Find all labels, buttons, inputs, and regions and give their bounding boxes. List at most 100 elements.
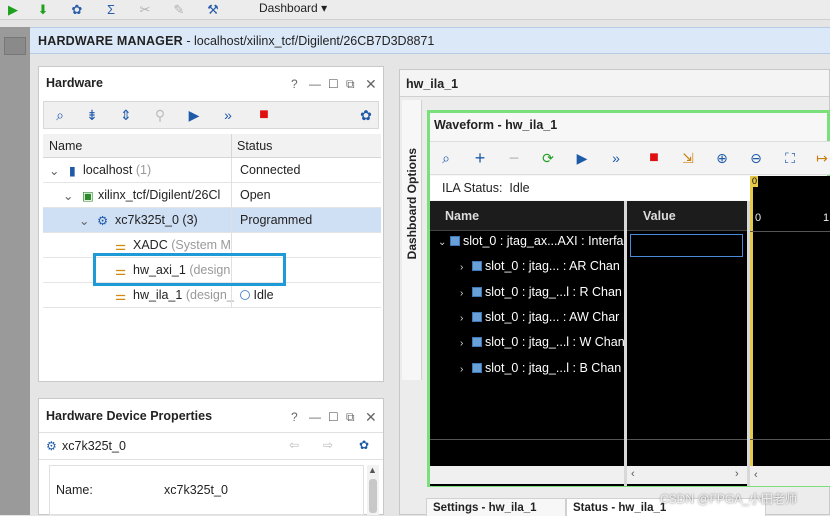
- debug-icon[interactable]: ⚒: [204, 1, 222, 18]
- signal-row[interactable]: ⌄ slot_0 : jtag_ax...AXI : Interfa: [438, 234, 624, 259]
- search-icon[interactable]: ⌕: [434, 142, 458, 174]
- run-trigger-icon[interactable]: ▶: [570, 142, 594, 174]
- interface-icon: [450, 236, 460, 246]
- watermark: CSDN @FPGA_小田老师: [660, 492, 797, 506]
- tree-label: xc7k325t_0: [115, 213, 179, 227]
- scroll-left-icon[interactable]: ‹: [631, 468, 635, 480]
- refresh-icon[interactable]: ⟳: [536, 142, 560, 174]
- run-trigger-icon[interactable]: ▶: [182, 102, 206, 128]
- chevron-right-icon[interactable]: ›: [460, 313, 472, 324]
- add-icon[interactable]: +: [468, 142, 492, 174]
- gear-icon[interactable]: ✿: [354, 102, 378, 128]
- zoom-fit-icon[interactable]: ⛶: [778, 142, 802, 174]
- scroll-up-icon[interactable]: ▲: [368, 465, 377, 475]
- export-icon[interactable]: ⇲: [676, 142, 700, 174]
- settings-icon[interactable]: ✿: [68, 1, 86, 18]
- run-trigger-immediate-icon[interactable]: »: [216, 102, 240, 128]
- dashboard-menu[interactable]: Dashboard ▾: [259, 1, 327, 15]
- name-column-header[interactable]: Name: [430, 201, 624, 231]
- scroll-right-icon[interactable]: ›: [735, 468, 739, 480]
- minimize-icon[interactable]: —: [309, 410, 321, 424]
- value-cell-selected[interactable]: [630, 234, 743, 257]
- tree-row-hw-ila[interactable]: ⚌ hw_ila_1 (design_ Idle: [43, 283, 381, 308]
- run-icon[interactable]: ▶: [4, 1, 22, 18]
- close-icon[interactable]: ✕: [365, 409, 377, 426]
- signal-row[interactable]: › slot_0 : jtag_...l : B Chan: [460, 361, 621, 386]
- signal-row[interactable]: › slot_0 : jtag_...l : W Chan: [460, 335, 625, 360]
- column-status[interactable]: Status: [237, 139, 272, 153]
- auto-connect-icon[interactable]: ⚲: [148, 102, 172, 128]
- chip-icon: ⚙: [97, 214, 109, 228]
- chevron-down-icon[interactable]: ⌄: [49, 163, 59, 178]
- restore-icon[interactable]: ☐: [328, 77, 339, 91]
- tree-row-device[interactable]: ⌄ ⚙ xc7k325t_0 (3) Programmed: [43, 208, 381, 233]
- stop-icon[interactable]: ■: [252, 102, 276, 128]
- waveform-window: Waveform - hw_ila_1 ⌕ + − ⟳ ▶ » ■ ⇲ ⊕ ⊖ …: [427, 110, 830, 487]
- stop-icon[interactable]: ■: [642, 142, 666, 174]
- search-icon[interactable]: ⌕: [48, 102, 72, 128]
- chevron-right-icon[interactable]: ›: [460, 288, 472, 299]
- float-icon[interactable]: ⧉: [346, 410, 355, 425]
- forward-arrow-icon[interactable]: ⇨: [323, 438, 333, 452]
- settings-tab[interactable]: Settings - hw_ila_1: [426, 498, 566, 516]
- float-icon[interactable]: ⧉: [346, 77, 355, 92]
- cut-icon[interactable]: ✂: [136, 1, 154, 18]
- value-hscrollbar[interactable]: ‹ ›: [627, 466, 747, 484]
- tree-row-localhost[interactable]: ⌄ ▮ localhost (1) Connected: [43, 158, 381, 183]
- signal-row[interactable]: › slot_0 : jtag... : AW Char: [460, 310, 619, 335]
- collapse-button[interactable]: [4, 37, 26, 55]
- remove-icon[interactable]: −: [502, 142, 526, 174]
- help-icon[interactable]: ?: [291, 410, 298, 424]
- column-name[interactable]: Name: [49, 139, 82, 153]
- expand-all-icon[interactable]: ⇕: [114, 102, 138, 128]
- signal-name-pane: Name ⌄ slot_0 : jtag_ax...AXI : Interfa ›…: [430, 201, 625, 486]
- zoom-in-icon[interactable]: ⊕: [710, 142, 734, 174]
- scroll-thumb[interactable]: [369, 479, 377, 513]
- hardware-panel: Hardware ? — ☐ ⧉ ✕ ⌕ ⇟ ⇕ ⚲ ▶ » ■ ✿ Name …: [38, 66, 384, 382]
- dashboard-label: Dashboard: [259, 1, 318, 15]
- edit-icon[interactable]: ✎: [170, 1, 188, 18]
- ila-tab-title[interactable]: hw_ila_1: [406, 77, 458, 91]
- signal-label: slot_0 : jtag_...l : B Chan: [485, 361, 622, 375]
- trigger-marker-label: 0: [751, 176, 759, 187]
- tree-row-target[interactable]: ⌄ ▣ xilinx_tcf/Digilent/26Cl Open: [43, 183, 381, 208]
- chevron-down-icon[interactable]: ⌄: [63, 188, 73, 203]
- signal-row[interactable]: › slot_0 : jtag... : AR Chan: [460, 259, 620, 284]
- properties-panel-title: Hardware Device Properties: [46, 409, 213, 423]
- chevron-right-icon[interactable]: ›: [460, 262, 472, 273]
- minimize-icon[interactable]: —: [309, 77, 321, 91]
- value-column-header[interactable]: Value: [627, 201, 747, 231]
- zoom-out-icon[interactable]: ⊖: [744, 142, 768, 174]
- go-to-cursor-icon[interactable]: ↦: [810, 142, 830, 174]
- gear-icon[interactable]: ✿: [359, 438, 369, 452]
- chevron-right-icon[interactable]: ›: [460, 338, 472, 349]
- signal-label: slot_0 : jtag_...l : W Chan: [485, 335, 625, 349]
- status-tab-label: Status - hw_ila_1: [573, 502, 667, 514]
- value-pane: Value ‹ ›: [627, 201, 747, 486]
- scroll-left-icon[interactable]: ‹: [754, 469, 758, 481]
- interface-icon: [472, 287, 482, 297]
- name-hscrollbar[interactable]: [430, 466, 624, 484]
- waveform-hscrollbar[interactable]: ‹: [750, 466, 830, 486]
- properties-scrollbar[interactable]: ▲: [367, 465, 379, 515]
- chevron-down-icon[interactable]: ⌄: [438, 237, 450, 248]
- tree-label: XADC: [133, 238, 168, 252]
- name-value: xc7k325t_0: [164, 483, 228, 497]
- waveform-canvas[interactable]: 0 0 1 ‹: [750, 176, 830, 486]
- page-title-bold: HARDWARE MANAGER: [38, 34, 183, 48]
- back-arrow-icon[interactable]: ⇦: [289, 438, 299, 452]
- program-device-icon[interactable]: ⬇: [34, 1, 52, 18]
- sum-icon[interactable]: Σ: [102, 1, 120, 18]
- signal-row[interactable]: › slot_0 : jtag_...l : R Chan: [460, 285, 622, 310]
- chevron-down-icon[interactable]: ⌄: [79, 213, 89, 228]
- tree-label: hw_ila_1: [133, 288, 183, 302]
- chevron-right-icon[interactable]: ›: [460, 364, 472, 375]
- hardware-toolbar: ⌕ ⇟ ⇕ ⚲ ▶ » ■ ✿: [43, 101, 379, 129]
- collapse-all-icon[interactable]: ⇟: [80, 102, 104, 128]
- close-icon[interactable]: ✕: [365, 76, 377, 93]
- restore-icon[interactable]: ☐: [328, 410, 339, 424]
- dashboard-options-tab[interactable]: Dashboard Options: [402, 100, 422, 380]
- help-icon[interactable]: ?: [291, 77, 298, 91]
- properties-panel: Hardware Device Properties ? — ☐ ⧉ ✕ ⚙ x…: [38, 398, 384, 515]
- run-trigger-immediate-icon[interactable]: »: [604, 142, 628, 174]
